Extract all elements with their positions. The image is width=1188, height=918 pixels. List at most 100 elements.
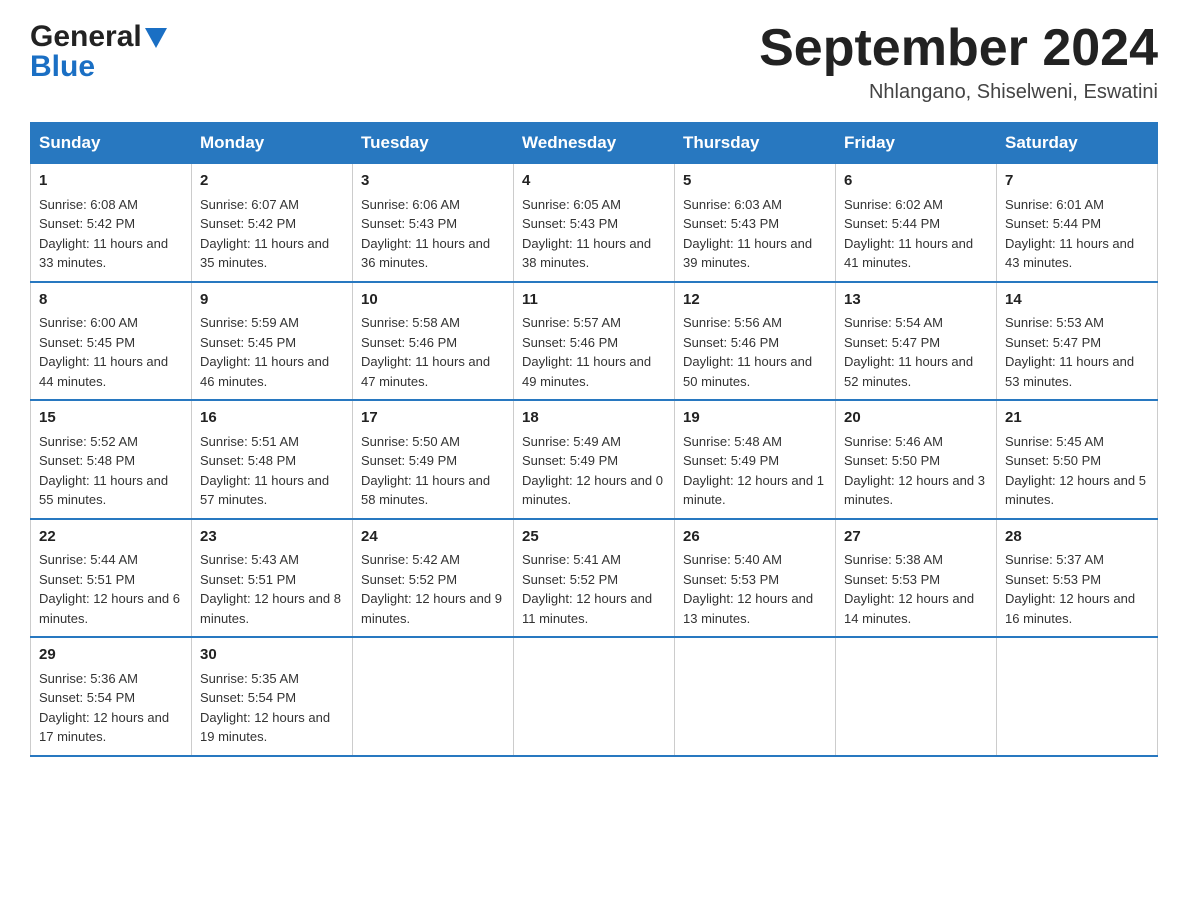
table-row: 2Sunrise: 6:07 AMSunset: 5:42 PMDaylight…	[192, 164, 353, 282]
sunset-info: Sunset: 5:51 PM	[39, 572, 135, 587]
day-number: 10	[361, 289, 505, 312]
calendar-week-row: 22Sunrise: 5:44 AMSunset: 5:51 PMDayligh…	[31, 519, 1158, 638]
sunset-info: Sunset: 5:42 PM	[39, 216, 135, 231]
day-number: 22	[39, 526, 183, 549]
col-sunday: Sunday	[31, 123, 192, 164]
sunrise-info: Sunrise: 5:51 AM	[200, 434, 299, 449]
sunset-info: Sunset: 5:49 PM	[683, 453, 779, 468]
logo-blue-text: Blue	[30, 50, 95, 84]
day-number: 26	[683, 526, 827, 549]
sunrise-info: Sunrise: 6:00 AM	[39, 315, 138, 330]
day-number: 30	[200, 644, 344, 667]
table-row: 29Sunrise: 5:36 AMSunset: 5:54 PMDayligh…	[31, 637, 192, 756]
daylight-info: Daylight: 11 hours and 39 minutes.	[683, 236, 812, 271]
sunset-info: Sunset: 5:49 PM	[522, 453, 618, 468]
table-row	[675, 637, 836, 756]
daylight-info: Daylight: 12 hours and 8 minutes.	[200, 591, 341, 626]
daylight-info: Daylight: 11 hours and 46 minutes.	[200, 354, 329, 389]
day-number: 19	[683, 407, 827, 430]
day-number: 25	[522, 526, 666, 549]
day-number: 11	[522, 289, 666, 312]
logo-general-text: General	[30, 20, 142, 54]
table-row	[353, 637, 514, 756]
daylight-info: Daylight: 12 hours and 6 minutes.	[39, 591, 180, 626]
table-row: 3Sunrise: 6:06 AMSunset: 5:43 PMDaylight…	[353, 164, 514, 282]
sunrise-info: Sunrise: 5:36 AM	[39, 671, 138, 686]
day-number: 7	[1005, 170, 1149, 193]
calendar-header-row: Sunday Monday Tuesday Wednesday Thursday…	[31, 123, 1158, 164]
sunset-info: Sunset: 5:53 PM	[844, 572, 940, 587]
table-row: 17Sunrise: 5:50 AMSunset: 5:49 PMDayligh…	[353, 400, 514, 519]
sunrise-info: Sunrise: 5:38 AM	[844, 552, 943, 567]
sunrise-info: Sunrise: 5:54 AM	[844, 315, 943, 330]
table-row: 26 Sunrise: 5:40 AM Sunset: 5:53 PM Dayligh…	[675, 519, 836, 638]
location-subtitle: Nhlangano, Shiselweni, Eswatini	[759, 81, 1158, 104]
daylight-info: Daylight: 11 hours and 38 minutes.	[522, 236, 651, 271]
sunrise-info: Sunrise: 5:45 AM	[1005, 434, 1104, 449]
sunrise-info: Sunrise: 6:08 AM	[39, 197, 138, 212]
daylight-info: Daylight: 11 hours and 57 minutes.	[200, 473, 329, 508]
daylight-info: Daylight: 11 hours and 36 minutes.	[361, 236, 490, 271]
day-number: 14	[1005, 289, 1149, 312]
day-number: 20	[844, 407, 988, 430]
day-number: 6	[844, 170, 988, 193]
table-row: 28Sunrise: 5:37 AMSunset: 5:53 PMDayligh…	[997, 519, 1158, 638]
col-friday: Friday	[836, 123, 997, 164]
day-number: 27	[844, 526, 988, 549]
sunrise-info: Sunrise: 5:52 AM	[39, 434, 138, 449]
daylight-info: Daylight: 11 hours and 52 minutes.	[844, 354, 973, 389]
table-row: 11Sunrise: 5:57 AMSunset: 5:46 PMDayligh…	[514, 282, 675, 401]
sunrise-info: Sunrise: 5:57 AM	[522, 315, 621, 330]
daylight-info: Daylight: 11 hours and 41 minutes.	[844, 236, 973, 271]
sunset-info: Sunset: 5:52 PM	[522, 572, 618, 587]
sunrise-info: Sunrise: 5:40 AM	[683, 552, 782, 567]
sunset-info: Sunset: 5:52 PM	[361, 572, 457, 587]
calendar-week-row: 15Sunrise: 5:52 AMSunset: 5:48 PMDayligh…	[31, 400, 1158, 519]
sunset-info: Sunset: 5:53 PM	[683, 572, 779, 587]
daylight-info: Daylight: 11 hours and 43 minutes.	[1005, 236, 1134, 271]
day-number: 18	[522, 407, 666, 430]
title-block: September 2024 Nhlangano, Shiselweni, Es…	[759, 20, 1158, 104]
calendar-week-row: 29Sunrise: 5:36 AMSunset: 5:54 PMDayligh…	[31, 637, 1158, 756]
logo: General Blue	[30, 20, 167, 84]
col-saturday: Saturday	[997, 123, 1158, 164]
sunset-info: Sunset: 5:44 PM	[844, 216, 940, 231]
sunrise-info: Sunrise: 6:03 AM	[683, 197, 782, 212]
col-tuesday: Tuesday	[353, 123, 514, 164]
sunrise-info: Sunrise: 5:56 AM	[683, 315, 782, 330]
day-number: 28	[1005, 526, 1149, 549]
sunrise-info: Sunrise: 5:42 AM	[361, 552, 460, 567]
table-row: 16Sunrise: 5:51 AMSunset: 5:48 PMDayligh…	[192, 400, 353, 519]
sunset-info: Sunset: 5:42 PM	[200, 216, 296, 231]
calendar-week-row: 1Sunrise: 6:08 AMSunset: 5:42 PMDaylight…	[31, 164, 1158, 282]
day-number: 21	[1005, 407, 1149, 430]
sunrise-info: Sunrise: 5:35 AM	[200, 671, 299, 686]
daylight-info: Daylight: 12 hours and 11 minutes.	[522, 591, 652, 626]
day-number: 15	[39, 407, 183, 430]
day-number: 8	[39, 289, 183, 312]
daylight-info: Daylight: 12 hours and 5 minutes.	[1005, 473, 1146, 508]
sunset-info: Sunset: 5:47 PM	[1005, 335, 1101, 350]
daylight-info: Daylight: 11 hours and 35 minutes.	[200, 236, 329, 271]
daylight-info: Daylight: 12 hours and 16 minutes.	[1005, 591, 1135, 626]
sunset-info: Sunset: 5:49 PM	[361, 453, 457, 468]
sunset-info: Sunset: 5:54 PM	[39, 690, 135, 705]
table-row	[836, 637, 997, 756]
table-row: 21Sunrise: 5:45 AMSunset: 5:50 PMDayligh…	[997, 400, 1158, 519]
day-number: 12	[683, 289, 827, 312]
sunrise-info: Sunrise: 6:06 AM	[361, 197, 460, 212]
day-number: 13	[844, 289, 988, 312]
logo-triangle-icon	[145, 28, 167, 48]
sunrise-info: Sunrise: 6:02 AM	[844, 197, 943, 212]
sunset-info: Sunset: 5:50 PM	[844, 453, 940, 468]
daylight-info: Daylight: 12 hours and 13 minutes.	[683, 591, 813, 626]
sunrise-info: Sunrise: 6:05 AM	[522, 197, 621, 212]
day-number: 16	[200, 407, 344, 430]
daylight-info: Daylight: 12 hours and 9 minutes.	[361, 591, 502, 626]
sunrise-info: Sunrise: 5:37 AM	[1005, 552, 1104, 567]
daylight-info: Daylight: 12 hours and 0 minutes.	[522, 473, 663, 508]
sunset-info: Sunset: 5:43 PM	[683, 216, 779, 231]
table-row: 12Sunrise: 5:56 AMSunset: 5:46 PMDayligh…	[675, 282, 836, 401]
table-row: 18Sunrise: 5:49 AMSunset: 5:49 PMDayligh…	[514, 400, 675, 519]
sunset-info: Sunset: 5:46 PM	[522, 335, 618, 350]
